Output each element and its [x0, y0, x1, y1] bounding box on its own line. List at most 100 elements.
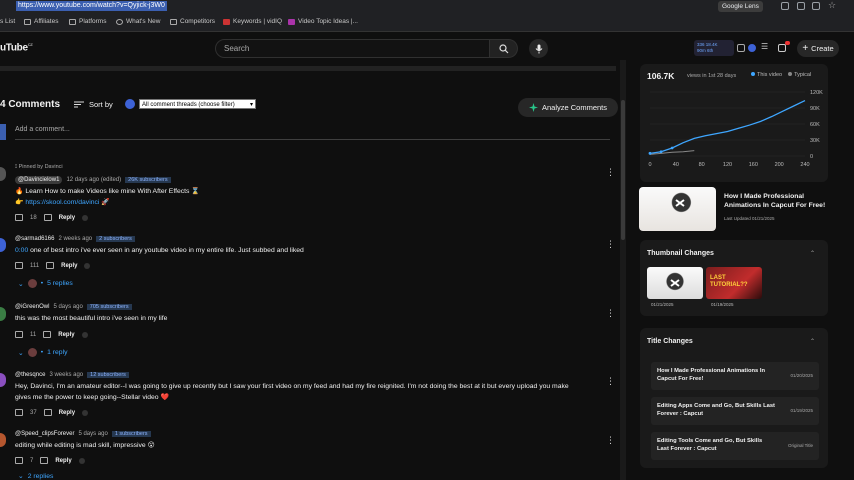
menu-icon[interactable]: ☰	[761, 42, 768, 51]
vidiq-chart-icon[interactable]	[737, 44, 745, 52]
collapse-icon[interactable]: ⌃	[810, 250, 815, 257]
more-options-icon[interactable]: ⋮	[606, 435, 615, 446]
thumbnail-version[interactable]: LAST TUTORIAL??	[706, 267, 762, 299]
more-options-icon[interactable]: ⋮	[606, 308, 615, 319]
comment-time[interactable]: 5 days ago	[78, 431, 107, 437]
like-icon[interactable]	[15, 331, 23, 338]
comment-author[interactable]: @sarmad6166	[15, 236, 54, 242]
comment-author[interactable]: @iGreenOwl	[15, 304, 49, 310]
comment-time[interactable]: 2 weeks ago	[58, 236, 92, 242]
bookmark-whats-new[interactable]: What's New	[116, 18, 160, 25]
comment-meta: @sarmad6166 2 weeks ago 2 subscribers	[15, 236, 135, 242]
scrollbar-thumb[interactable]	[621, 100, 625, 240]
bookmark-keywords[interactable]: Keywords | vidIQ	[223, 18, 282, 25]
commenter-avatar[interactable]	[0, 307, 6, 321]
reply-button[interactable]: Reply	[61, 263, 77, 269]
bookmark-label: Platforms	[79, 18, 107, 25]
title-version-date: 01/19/2025	[790, 408, 813, 413]
collapse-icon[interactable]: ⌃	[810, 338, 815, 345]
create-button[interactable]: + Create	[797, 40, 839, 57]
user-avatar	[0, 124, 6, 140]
extensions-icon[interactable]	[812, 2, 820, 10]
bookmark-platforms[interactable]: Platforms	[69, 18, 106, 25]
vidiq-reply-icon[interactable]	[81, 331, 88, 338]
comment-time[interactable]: 5 days ago	[53, 304, 82, 310]
like-icon[interactable]	[15, 262, 23, 269]
comment-text: editing while editing is mad skill, impr…	[15, 442, 155, 449]
commenter-avatar[interactable]	[0, 238, 6, 252]
commenter-avatar[interactable]	[0, 433, 6, 447]
notifications-icon[interactable]	[778, 44, 786, 52]
search-input[interactable]: Search	[215, 39, 490, 58]
view-replies-button[interactable]: ⌄ • 1 reply	[18, 348, 68, 357]
comment-author[interactable]: @thesqnce	[15, 372, 45, 378]
reply-button[interactable]: Reply	[58, 332, 74, 338]
analyze-comments-button[interactable]: Analyze Comments	[518, 98, 618, 117]
bookmark-affiliates[interactable]: Affiliates	[24, 18, 58, 25]
like-icon[interactable]	[15, 457, 23, 464]
section-divider	[0, 66, 616, 71]
video-thumbnail[interactable]	[639, 187, 716, 231]
bookmark-competitors[interactable]: Competitors	[170, 18, 215, 25]
plus-icon: +	[802, 43, 809, 54]
bullet: •	[40, 280, 44, 287]
video-timestamp-link[interactable]: 0:00	[15, 247, 28, 254]
bookmark-lists[interactable]: s List	[0, 18, 15, 25]
more-options-icon[interactable]: ⋮	[606, 167, 615, 178]
like-icon[interactable]	[15, 214, 23, 221]
video-title[interactable]: How I Made Professional Animations In Ca…	[724, 193, 832, 210]
title-version-row[interactable]: Editing Apps Come and Go, But Skills Las…	[651, 397, 819, 425]
sort-by-label: Sort by	[89, 100, 113, 109]
add-comment-input[interactable]: Add a comment...	[15, 126, 70, 133]
reply-button[interactable]: Reply	[59, 410, 75, 416]
comment-filter-select[interactable]: All comment threads (choose filter) ▾	[139, 99, 256, 109]
vidiq-reply-icon[interactable]	[78, 457, 85, 464]
reply-button[interactable]: Reply	[59, 215, 75, 221]
vidiq-stats-badge[interactable]: 336 18.4K 90m 6th	[694, 40, 734, 56]
vidiq-reply-icon[interactable]	[82, 409, 89, 416]
comment-time[interactable]: 12 days ago (edited)	[66, 177, 121, 183]
eye-off-icon[interactable]	[797, 2, 805, 10]
sort-by-button[interactable]: Sort by	[74, 100, 113, 109]
bookmarks-bar: s List Affiliates Platforms What's New C…	[0, 14, 854, 32]
dislike-icon[interactable]	[43, 409, 52, 416]
folder-icon	[24, 18, 31, 25]
comments-count: 4 Comments	[0, 99, 61, 110]
youtube-logo[interactable]: uTubeCZ	[0, 42, 33, 53]
y-tick-label: 120K	[810, 90, 823, 96]
voice-search-button[interactable]	[529, 39, 548, 58]
comment-time[interactable]: 3 weeks ago	[49, 372, 83, 378]
commenter-avatar[interactable]	[0, 167, 6, 181]
dislike-icon[interactable]	[43, 331, 52, 338]
thumbnail-version[interactable]	[647, 267, 703, 299]
reply-button[interactable]: Reply	[55, 458, 71, 464]
dislike-icon[interactable]	[40, 457, 49, 464]
url-text[interactable]: https://www.youtube.com/watch?v=Qyjick-j…	[16, 1, 167, 11]
vidiq-logo-icon[interactable]	[748, 44, 756, 52]
sort-icon	[74, 101, 84, 108]
comment-author[interactable]: @Davincielow1	[15, 176, 63, 184]
x-tick-label: 0	[648, 162, 651, 168]
more-options-icon[interactable]: ⋮	[606, 376, 615, 387]
bookmark-video-topic-ideas[interactable]: Video Topic Ideas |...	[288, 18, 358, 25]
more-options-icon[interactable]: ⋮	[606, 239, 615, 250]
view-replies-button[interactable]: ⌄ 2 replies	[18, 472, 53, 480]
commenter-avatar[interactable]	[0, 373, 6, 387]
vidiq-reply-icon[interactable]	[84, 262, 91, 269]
star-icon[interactable]: ☆	[828, 0, 836, 11]
replies-count: 1 reply	[47, 349, 68, 356]
dislike-icon[interactable]	[46, 262, 55, 269]
tab-icon[interactable]	[781, 2, 789, 10]
dislike-icon[interactable]	[43, 214, 52, 221]
comment-author[interactable]: @Speed_clipsForever	[15, 431, 74, 437]
folder-icon	[69, 18, 76, 25]
google-lens-button[interactable]: Google Lens	[718, 1, 763, 12]
view-replies-button[interactable]: ⌄ • 5 replies	[18, 279, 73, 288]
search-button[interactable]	[490, 39, 518, 58]
title-version-row[interactable]: Editing Tools Come and Go, But Skills La…	[651, 432, 819, 460]
vidiq-reply-icon[interactable]	[82, 214, 89, 221]
title-version-row[interactable]: How I Made Professional Animations In Ca…	[651, 362, 819, 390]
comment-link[interactable]: https://skool.com/davinci	[25, 199, 99, 206]
pinned-text: Pinned by Davinci	[18, 164, 63, 170]
like-icon[interactable]	[15, 409, 23, 416]
